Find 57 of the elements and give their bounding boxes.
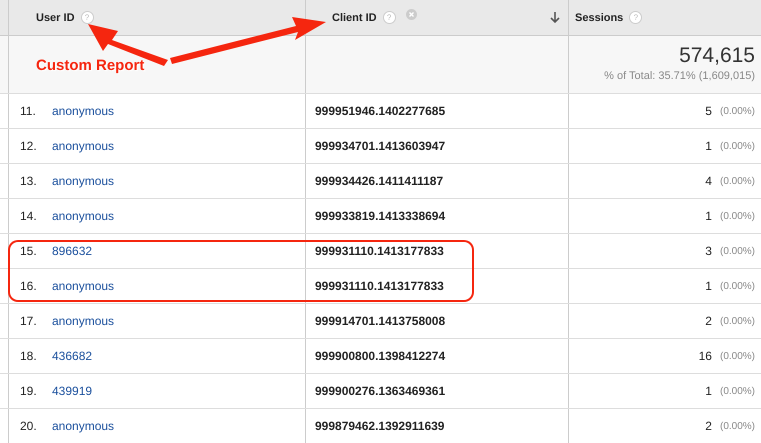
- sessions-count: 3: [705, 244, 712, 258]
- row-index: 14.: [20, 209, 38, 223]
- total-share: % of Total: 35.71% (1,609,015): [604, 70, 755, 82]
- user-id-link[interactable]: anonymous: [52, 314, 114, 328]
- user-id-link[interactable]: anonymous: [52, 279, 114, 293]
- sessions-percent: (0.00%): [720, 140, 755, 152]
- client-id: 999931110.1413177833: [315, 279, 444, 293]
- total-value: 574,615: [679, 44, 755, 68]
- user-id-link[interactable]: anonymous: [52, 209, 114, 223]
- client-id: 999933819.1413338694: [315, 209, 446, 223]
- row-index: 16.: [20, 279, 38, 293]
- sort-arrow-icon[interactable]: [550, 12, 560, 24]
- sessions-percent: (0.00%): [720, 246, 755, 256]
- user-id-link[interactable]: 436682: [52, 349, 92, 363]
- sessions-percent: (0.00%): [720, 176, 755, 186]
- client-id: 999934426.1411411187: [315, 174, 444, 188]
- client-id: 999879462.1392911639: [315, 419, 444, 433]
- client-id: 999934701.1413603947: [315, 139, 446, 153]
- sessions-percent: (0.00%): [720, 350, 755, 362]
- client-id: 999914701.1413758008: [315, 314, 446, 328]
- row-index: 12.: [20, 139, 38, 153]
- sessions-count: 2: [705, 314, 712, 328]
- row-index: 18.: [20, 349, 38, 363]
- user-id-link[interactable]: anonymous: [52, 104, 114, 118]
- sessions-percent: (0.00%): [720, 420, 755, 432]
- client-id: 999900276.1363469361: [315, 384, 446, 398]
- sessions-percent: (0.00%): [720, 386, 755, 396]
- sessions-count: 1: [705, 384, 712, 398]
- user-id-link[interactable]: anonymous: [52, 419, 114, 433]
- column-label[interactable]: Sessions: [575, 12, 624, 24]
- sessions-percent: (0.00%): [720, 106, 755, 116]
- sessions-count: 1: [705, 209, 712, 223]
- client-id: 999951946.1402277685: [315, 104, 446, 118]
- column-label[interactable]: User ID: [36, 12, 75, 24]
- user-id-link[interactable]: 439919: [52, 384, 92, 398]
- client-id: 999931110.1413177833: [315, 244, 444, 258]
- sessions-count: 16: [698, 349, 712, 363]
- sessions-percent: (0.00%): [720, 210, 755, 222]
- user-id-link[interactable]: 896632: [52, 244, 92, 258]
- column-label[interactable]: Client ID: [332, 12, 377, 24]
- sessions-percent: (0.00%): [720, 316, 755, 326]
- sessions-count: 1: [705, 139, 712, 153]
- row-index: 11.: [20, 104, 37, 118]
- sessions-count: 5: [705, 104, 712, 118]
- sessions-count: 2: [705, 419, 712, 433]
- user-id-link[interactable]: anonymous: [52, 139, 114, 153]
- sessions-count: 4: [705, 174, 712, 188]
- row-index: 17.: [20, 314, 38, 328]
- row-index: 20.: [20, 419, 38, 433]
- client-id: 999900800.1398412274: [315, 349, 446, 363]
- row-index: 15.: [20, 244, 38, 258]
- row-index: 19.: [20, 384, 38, 398]
- annotation-label: Custom Report: [36, 57, 144, 74]
- sessions-count: 1: [705, 279, 712, 293]
- sessions-percent: (0.00%): [720, 280, 755, 292]
- user-id-link[interactable]: anonymous: [52, 174, 114, 188]
- row-index: 13.: [20, 174, 38, 188]
